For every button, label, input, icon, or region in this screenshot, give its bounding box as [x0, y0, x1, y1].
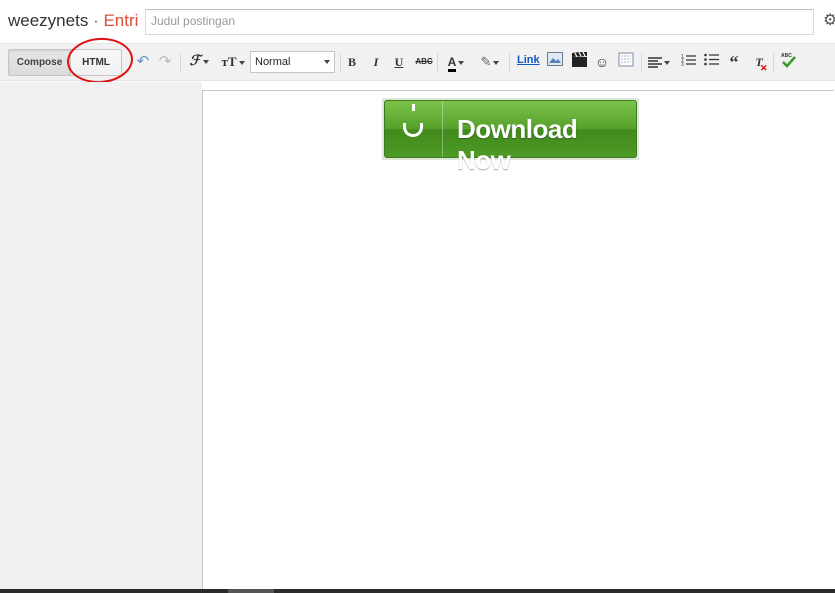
video-icon[interactable]: [571, 51, 587, 72]
svg-text:ABC: ABC: [781, 53, 792, 59]
horizontal-scrollbar[interactable]: [0, 589, 835, 593]
bold-icon[interactable]: B: [344, 52, 360, 72]
italic-icon[interactable]: I: [368, 52, 384, 72]
align-icon[interactable]: [646, 52, 672, 72]
chevron-down-icon: [324, 60, 330, 64]
left-panel: [0, 82, 202, 593]
scrollbar-thumb[interactable]: [228, 589, 274, 593]
spellcheck-icon[interactable]: ABC: [779, 52, 797, 72]
jump-break-icon[interactable]: [617, 52, 635, 72]
toolbar-divider: [641, 53, 642, 72]
insert-link-button[interactable]: Link: [517, 54, 540, 66]
toolbar-divider: [509, 53, 510, 72]
quote-icon[interactable]: “: [725, 52, 743, 72]
download-button: Download Now: [384, 100, 637, 175]
title-separator: ·: [93, 11, 99, 30]
post-title-input[interactable]: Judul postingan: [145, 9, 814, 35]
highlight-icon[interactable]: ✎: [476, 52, 504, 72]
bulleted-list-icon[interactable]: [702, 52, 720, 72]
toolbar-divider: [773, 53, 774, 72]
numbered-list-icon[interactable]: 123: [679, 52, 697, 72]
compose-mode-button[interactable]: Compose: [8, 49, 71, 76]
image-icon[interactable]: [546, 52, 564, 72]
blog-title: weezynets · Entri: [8, 11, 138, 31]
download-button-label: Download Now: [457, 114, 578, 175]
download-icon: [385, 101, 443, 157]
svg-text:3: 3: [681, 62, 684, 66]
format-select-value: Normal: [255, 56, 291, 68]
editor-toolbar: Compose HTML ↶ ↷ ℱ тT Normal B I U ABC A…: [0, 44, 835, 81]
remove-format-icon[interactable]: T ✕: [750, 52, 768, 73]
underline-icon[interactable]: U: [391, 52, 407, 72]
section-name: Entri: [103, 11, 139, 30]
text-color-icon[interactable]: A: [443, 52, 469, 72]
download-button-image[interactable]: Download Now: [382, 98, 639, 175]
strikethrough-icon[interactable]: ABC: [414, 52, 434, 72]
font-size-icon[interactable]: тT: [219, 52, 247, 72]
redo-icon[interactable]: ↷: [157, 52, 173, 72]
font-family-icon[interactable]: ℱ: [186, 52, 212, 72]
undo-icon[interactable]: ↶: [135, 52, 151, 72]
blog-name[interactable]: weezynets: [8, 11, 88, 30]
html-mode-button[interactable]: HTML: [70, 49, 122, 76]
emoji-icon[interactable]: ☺: [594, 52, 610, 72]
editor-header: weezynets · Entri Judul postingan ⚙: [0, 0, 835, 44]
toolbar-divider: [340, 53, 341, 72]
toolbar-divider: [180, 53, 181, 72]
gear-icon[interactable]: ⚙: [823, 12, 835, 30]
toolbar-divider: [437, 53, 438, 72]
format-select[interactable]: Normal: [250, 51, 335, 73]
